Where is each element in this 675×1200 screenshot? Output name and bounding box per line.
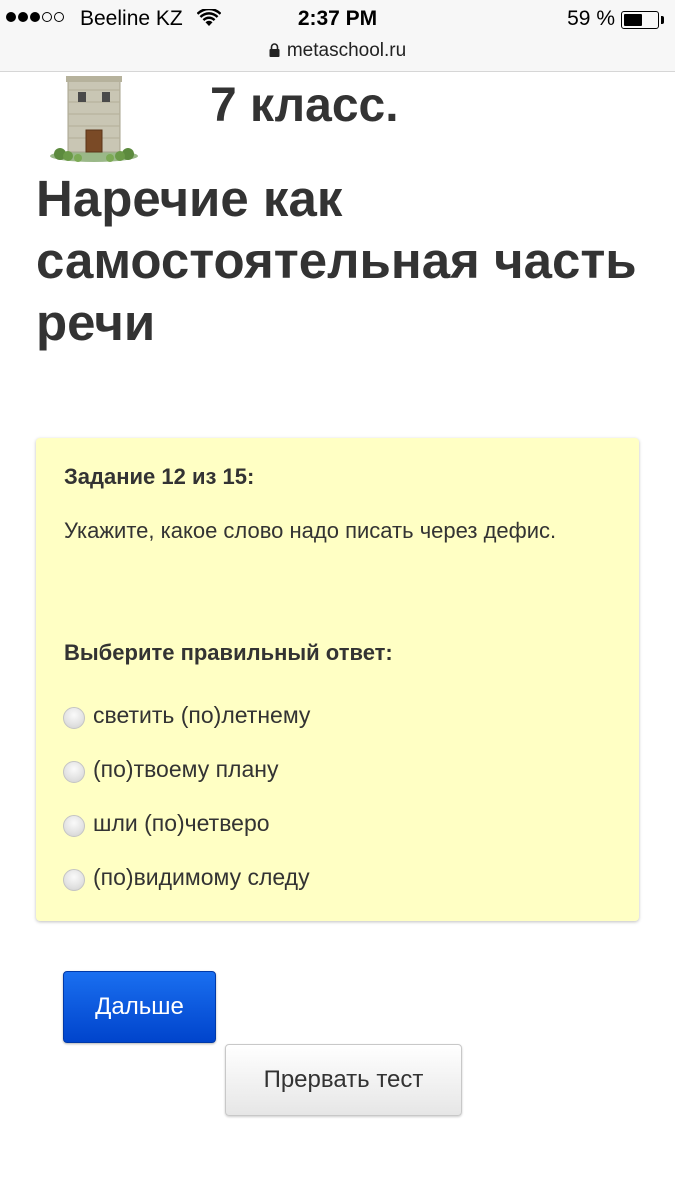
radio-button[interactable] <box>63 707 85 729</box>
task-card: Задание 12 из 15: Укажите, какое слово н… <box>36 438 639 921</box>
lock-icon <box>269 43 280 57</box>
answer-options: светить (по)летнему (по)твоему плану шли… <box>63 688 310 904</box>
stop-test-button[interactable]: Прервать тест <box>225 1044 462 1116</box>
radio-button[interactable] <box>63 869 85 891</box>
answer-option-label: (по)видимому следу <box>93 863 310 890</box>
battery-percent: 59 % <box>567 7 615 30</box>
answer-option-label: светить (по)летнему <box>93 701 311 728</box>
answer-option[interactable]: (по)видимому следу <box>63 850 310 904</box>
battery-tip <box>661 16 664 24</box>
battery-icon <box>621 11 659 29</box>
radio-button[interactable] <box>63 761 85 783</box>
answer-option[interactable]: шли (по)четверо <box>63 796 310 850</box>
battery-level <box>624 14 642 26</box>
url-text[interactable]: metaschool.ru <box>287 40 406 62</box>
tower-icon <box>50 76 138 162</box>
answer-option-label: шли (по)четверо <box>93 809 270 836</box>
page-title: Наречие как самостоятельная часть речи <box>36 170 637 351</box>
browser-top-bar: Beeline KZ 2:37 PM 59 % metaschool.ru <box>0 0 675 72</box>
answer-option[interactable]: светить (по)летнему <box>63 688 310 742</box>
task-counter: Задание 12 из 15: <box>64 464 255 489</box>
status-bar: Beeline KZ 2:37 PM 59 % <box>0 0 675 38</box>
answer-option-label: (по)твоему плану <box>93 755 279 782</box>
radio-button[interactable] <box>63 815 85 837</box>
address-bar[interactable]: metaschool.ru <box>0 38 675 64</box>
grade-heading: 7 класс. <box>210 79 399 132</box>
task-question: Укажите, какое слово надо писать через д… <box>64 518 557 543</box>
next-button[interactable]: Дальше <box>63 971 216 1043</box>
answer-option[interactable]: (по)твоему плану <box>63 742 310 796</box>
answer-prompt: Выберите правильный ответ: <box>64 640 393 665</box>
